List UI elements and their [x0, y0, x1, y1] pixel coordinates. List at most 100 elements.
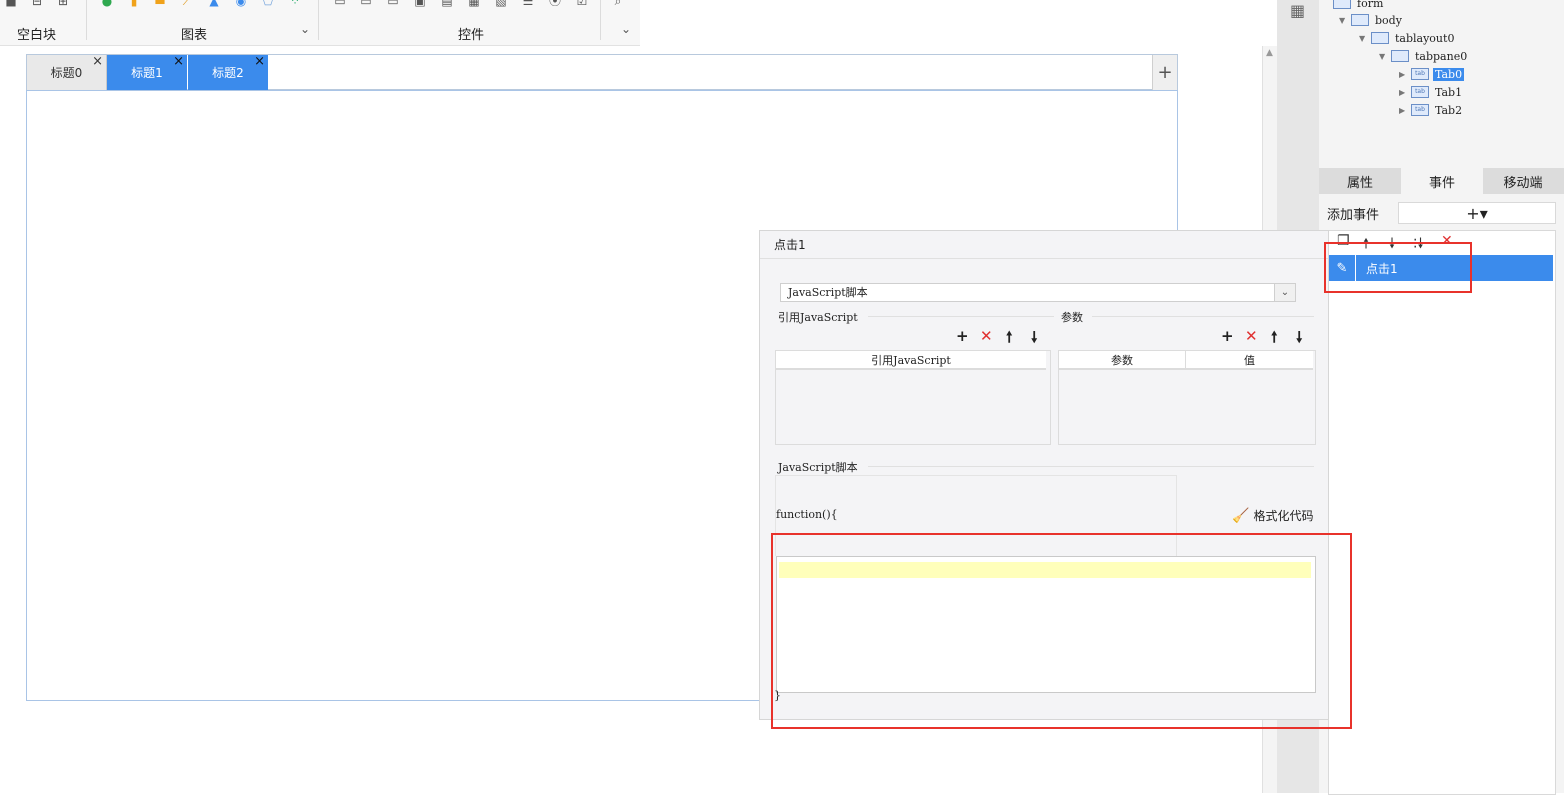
broom-icon: 🧹 — [1232, 507, 1250, 524]
toolbar-divider — [86, 0, 87, 40]
tree-node-label: Tab1 — [1435, 85, 1463, 99]
add-tab-button[interactable]: + — [1152, 55, 1177, 90]
add-param-icon[interactable]: + — [1221, 327, 1234, 345]
date-widget-icon[interactable]: ▧ — [494, 0, 508, 8]
blank-block-icon[interactable]: ■ — [4, 0, 18, 8]
tab-label: 标题1 — [131, 66, 163, 80]
layout-grid-icon[interactable]: ⊞ — [56, 0, 70, 8]
widget-group-chevron-down-icon[interactable]: ⌄ — [621, 22, 631, 36]
format-code-label: 格式化代码 — [1253, 509, 1314, 523]
tree-node-form[interactable]: form — [1333, 0, 1385, 11]
form-icon — [1333, 0, 1351, 9]
tree-node-label: Tab2 — [1435, 103, 1463, 117]
pie-chart-icon[interactable]: ● — [100, 0, 114, 8]
toolbar-divider — [318, 0, 319, 40]
scroll-up-icon[interactable]: ▲ — [1266, 48, 1273, 58]
tab-layout-header: 标题0 × 标题1 × 标题2 × + — [26, 54, 1178, 90]
chart-group-chevron-down-icon[interactable]: ⌄ — [300, 22, 310, 36]
collapse-arrow-icon[interactable]: ▶ — [1399, 70, 1411, 79]
table-widget-icon[interactable]: ▦ — [467, 0, 481, 8]
tree-node-label: tablayout0 — [1395, 31, 1455, 45]
event-type-value: JavaScript脚本 — [788, 286, 868, 299]
radar-chart-icon[interactable]: ⬠ — [261, 0, 275, 8]
tab-properties[interactable]: 属性 — [1319, 168, 1401, 194]
label-widget-icon[interactable]: ▭ — [359, 0, 373, 8]
widget-tree: form ▼ body ▼ tablayout0 ▼ tabpane0 ▶ ta… — [1319, 0, 1564, 168]
tree-node-label: body — [1375, 13, 1402, 27]
add-ref-icon[interactable]: + — [956, 327, 969, 345]
tree-node-tab1[interactable]: ▶ tab Tab1 — [1399, 84, 1464, 100]
format-code-button[interactable]: 🧹 格式化代码 — [1232, 507, 1313, 524]
tab-icon: tab — [1411, 68, 1429, 80]
line-chart-icon[interactable]: ⟋ — [180, 0, 194, 8]
expand-arrow-icon[interactable]: ▼ — [1339, 16, 1351, 25]
button-widget-icon[interactable]: ▭ — [386, 0, 400, 8]
tablayout-icon — [1371, 32, 1389, 44]
ref-js-section-label: 引用JavaScript — [778, 311, 858, 324]
tree-node-body[interactable]: ▼ body — [1339, 12, 1404, 28]
gauge-chart-icon[interactable]: ◉ — [234, 0, 248, 8]
layout-split-icon[interactable]: ⊟ — [30, 0, 44, 8]
tabpane-icon — [1391, 50, 1409, 62]
tree-node-tablayout0[interactable]: ▼ tablayout0 — [1359, 30, 1456, 46]
delete-ref-icon[interactable]: ✕ — [980, 327, 993, 345]
area-chart-icon[interactable]: ▲ — [207, 0, 221, 8]
tab-mobile[interactable]: 移动端 — [1482, 168, 1564, 194]
panel-tabs: 属性 事件 移动端 — [1319, 168, 1564, 194]
close-icon[interactable]: × — [254, 55, 265, 69]
expand-arrow-icon[interactable]: ▼ — [1379, 52, 1391, 61]
tree-node-label: tabpane0 — [1415, 49, 1468, 63]
tree-node-tab2[interactable]: ▶ tab Tab2 — [1399, 102, 1464, 118]
value-column-header: 值 — [1186, 351, 1313, 370]
delete-param-icon[interactable]: ✕ — [1245, 327, 1258, 345]
ref-js-table[interactable]: 引用JavaScript — [775, 350, 1051, 445]
ref-js-column-header: 引用JavaScript — [776, 351, 1046, 370]
event-type-select[interactable]: JavaScript脚本 ⌄ — [780, 283, 1296, 302]
bar-chart-icon[interactable]: ▮ — [127, 0, 141, 8]
text-box-widget-icon[interactable]: ▭ — [333, 0, 347, 8]
close-icon[interactable]: × — [173, 55, 184, 69]
param-move-down-icon[interactable]: 🠗 — [1296, 327, 1302, 352]
tab-icon: tab — [1411, 104, 1429, 116]
collapse-arrow-icon[interactable]: ▶ — [1399, 88, 1411, 97]
ref-move-up-icon[interactable]: 🠕 — [1006, 327, 1012, 352]
param-move-up-icon[interactable]: 🠕 — [1271, 327, 1277, 352]
ref-move-down-icon[interactable]: 🠗 — [1031, 327, 1037, 352]
section-divider — [868, 466, 1314, 467]
radio-group-widget-icon[interactable]: ⦿ — [548, 0, 562, 8]
stacked-bar-icon[interactable]: ▬ — [153, 0, 167, 8]
tab-title1[interactable]: 标题1 × — [107, 55, 187, 90]
expand-arrow-icon[interactable]: ▼ — [1359, 34, 1371, 43]
collapse-arrow-icon[interactable]: ▶ — [1399, 106, 1411, 115]
section-divider — [868, 316, 1054, 317]
toolbar-divider — [600, 0, 601, 40]
function-open-text: function(){ — [776, 508, 838, 521]
tab-title2[interactable]: 标题2 × — [188, 55, 268, 90]
chevron-down-icon[interactable]: ⌄ — [1274, 284, 1295, 301]
search-widget-icon[interactable]: ⌕ — [611, 0, 625, 8]
toolbar: ■ ⊟ ⊞ 空白块 ● ▮ ▬ ⟋ ▲ ◉ ⬠ ⁘ 图表 ⌄ ▭ ▭ ▭ ▣ ▤… — [0, 0, 640, 46]
tree-node-label: form — [1357, 0, 1384, 10]
section-divider — [1092, 316, 1314, 317]
script-section-label: JavaScript脚本 — [778, 461, 858, 474]
layout-icon[interactable]: ▦ — [1290, 1, 1305, 20]
close-icon[interactable]: × — [92, 55, 103, 69]
dialog-title: 点击1 — [760, 231, 1328, 259]
tree-node-tabpane0[interactable]: ▼ tabpane0 — [1379, 48, 1469, 64]
add-event-label: 添加事件 — [1327, 208, 1380, 223]
tab-title0[interactable]: 标题0 × — [27, 55, 107, 90]
add-event-button[interactable]: +▾ — [1398, 202, 1556, 224]
combobox-widget-icon[interactable]: ▣ — [413, 0, 427, 8]
scatter-chart-icon[interactable]: ⁘ — [288, 0, 302, 8]
param-column-header: 参数 — [1059, 351, 1186, 370]
body-icon — [1351, 14, 1369, 26]
param-table[interactable]: 参数 值 — [1058, 350, 1316, 445]
tab-label: 标题2 — [212, 66, 244, 80]
checkbox-group-widget-icon[interactable]: ☑ — [575, 0, 589, 8]
tab-events[interactable]: 事件 — [1401, 168, 1483, 194]
list-widget-icon[interactable]: ▤ — [440, 0, 454, 8]
tree-node-tab0[interactable]: ▶ tab Tab0 — [1399, 66, 1465, 82]
param-section-label: 参数 — [1061, 311, 1083, 324]
text-area-widget-icon[interactable]: ☰ — [521, 0, 535, 8]
tab-icon: tab — [1411, 86, 1429, 98]
